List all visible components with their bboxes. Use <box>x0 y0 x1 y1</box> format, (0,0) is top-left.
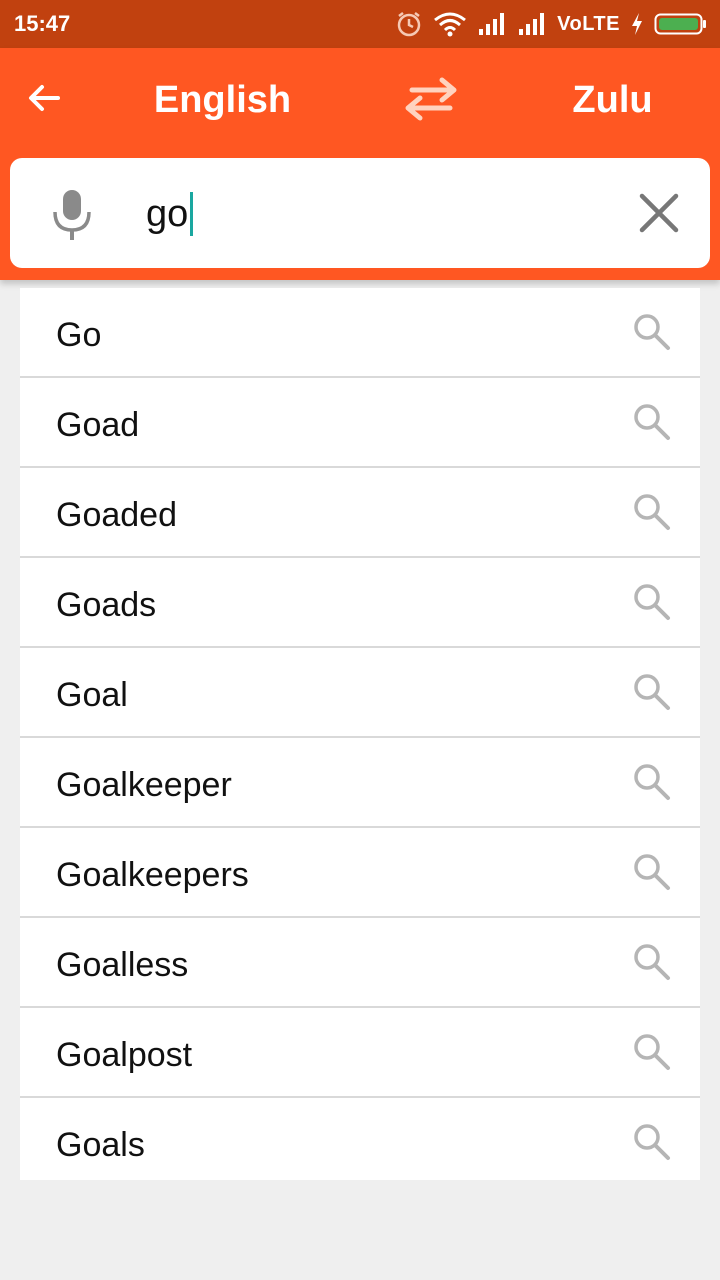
search-icon[interactable] <box>632 852 672 892</box>
suggestion-item[interactable]: Goalkeeper <box>20 738 700 828</box>
suggestion-item[interactable]: Goal <box>20 648 700 738</box>
search-icon[interactable] <box>632 582 672 622</box>
search-input-value: go <box>146 193 189 235</box>
status-bar: 15:47 VoLTE <box>0 0 720 48</box>
suggestion-item[interactable]: Goals <box>20 1098 700 1180</box>
alarm-icon <box>397 12 421 37</box>
suggestion-item[interactable]: Goad <box>20 378 700 468</box>
suggestion-label: Goalless <box>56 946 189 984</box>
search-icon[interactable] <box>632 762 672 802</box>
signal-icon <box>479 13 505 35</box>
source-language-button[interactable]: English <box>130 76 315 124</box>
status-time: 15:47 <box>14 11 71 36</box>
search-icon[interactable] <box>632 492 672 532</box>
suggestion-item[interactable]: Goaded <box>20 468 700 558</box>
wifi-icon <box>434 12 467 37</box>
search-box: go <box>10 158 710 268</box>
network-type: VoLTE <box>557 12 620 35</box>
search-input[interactable]: go <box>146 186 194 242</box>
suggestion-label: Goal <box>56 676 128 714</box>
suggestion-label: Goalpost <box>56 1036 193 1074</box>
suggestion-label: Goals <box>56 1126 145 1164</box>
search-icon[interactable] <box>632 942 672 982</box>
search-icon[interactable] <box>632 672 672 712</box>
charging-icon <box>632 13 642 35</box>
suggestion-item[interactable]: Goalpost <box>20 1008 700 1098</box>
suggestion-label: Goalkeeper <box>56 766 232 804</box>
search-icon[interactable] <box>632 1122 672 1162</box>
text-caret <box>190 192 194 236</box>
suggestion-label: Go <box>56 316 102 354</box>
signal-icon <box>519 13 545 35</box>
suggestion-label: Goalkeepers <box>56 856 249 894</box>
app-bar: English Zulu go <box>0 48 720 280</box>
suggestion-item[interactable]: Goads <box>20 558 700 648</box>
target-language-button[interactable]: Zulu <box>540 76 685 124</box>
microphone-icon[interactable] <box>50 188 94 242</box>
swap-icon[interactable] <box>400 74 462 124</box>
suggestion-item[interactable]: Go <box>20 288 700 378</box>
suggestion-label: Goad <box>56 406 140 444</box>
suggestion-list: Go Goad Goaded Goads Goal Goalkeeper Goalkeepe… <box>20 288 700 1180</box>
suggestion-label: Goads <box>56 586 157 624</box>
suggestion-item[interactable]: Goalless <box>20 918 700 1008</box>
search-icon[interactable] <box>632 402 672 442</box>
close-icon[interactable] <box>638 192 680 234</box>
battery-icon <box>654 13 706 35</box>
search-icon[interactable] <box>632 312 672 352</box>
status-icons: VoLTE <box>395 10 708 38</box>
search-icon[interactable] <box>632 1032 672 1072</box>
suggestion-item[interactable]: Goalkeepers <box>20 828 700 918</box>
suggestion-label: Goaded <box>56 496 177 534</box>
back-arrow-icon[interactable] <box>22 76 66 120</box>
